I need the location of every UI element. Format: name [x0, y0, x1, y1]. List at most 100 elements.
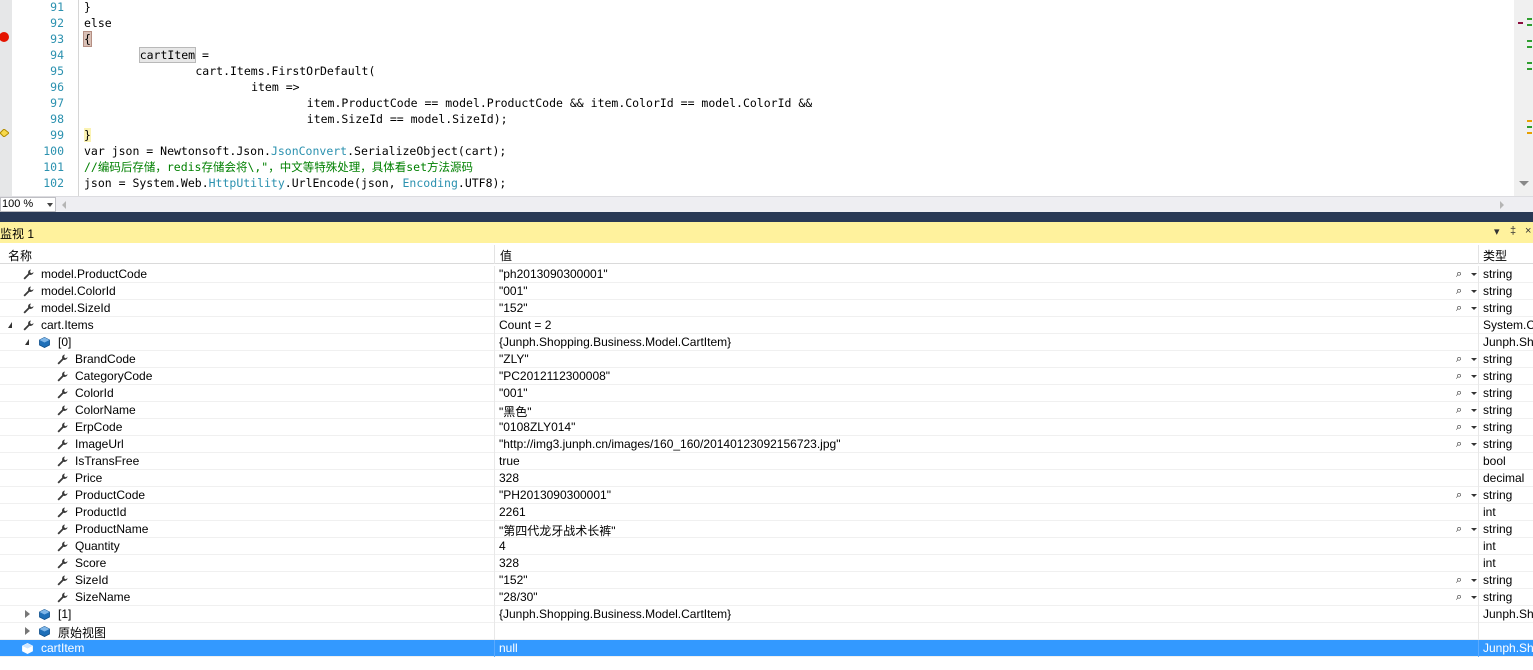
visualizer-dropdown-icon[interactable]: [1471, 409, 1477, 412]
watch-row[interactable]: ProductId 2261 int: [0, 504, 1533, 521]
column-divider[interactable]: [494, 245, 495, 264]
magnifier-icon[interactable]: ⌕: [1456, 573, 1462, 587]
watch-row[interactable]: ColorId "001" ⌕ string: [0, 385, 1533, 402]
watch-row-value[interactable]: true: [499, 454, 520, 468]
visualizer-dropdown-icon[interactable]: [1471, 528, 1477, 531]
code-line[interactable]: json = System.Web.HttpUtility.UrlEncode(…: [84, 175, 506, 191]
visualizer-dropdown-icon[interactable]: [1471, 392, 1477, 395]
watch-row-value[interactable]: "ph2013090300001": [499, 267, 608, 281]
watch-row-value[interactable]: "黑色": [499, 403, 532, 420]
watch-row[interactable]: [1] {Junph.Shopping.Business.Model.CartIt…: [0, 606, 1533, 623]
watch-row-value[interactable]: "001": [499, 284, 528, 298]
window-menu-button[interactable]: ▾: [1494, 225, 1500, 238]
code-line[interactable]: {: [83, 31, 92, 47]
code-line[interactable]: //编码后存储，redis存储会将\,"，中文等特殊处理，具体看set方法源码: [84, 159, 473, 175]
pin-icon[interactable]: ‡: [1510, 225, 1516, 237]
magnifier-icon[interactable]: ⌕: [1456, 267, 1462, 281]
magnifier-icon[interactable]: ⌕: [1456, 386, 1462, 400]
vertical-scrollbar[interactable]: [1514, 0, 1533, 196]
code-editor[interactable]: 91 92 93 94 95 96 97 98 99 100 101 102 } else{ cartI…: [0, 0, 1533, 196]
watch-row[interactable]: IsTransFree true bool: [0, 453, 1533, 470]
watch-row-value[interactable]: "001": [499, 386, 528, 400]
watch-row[interactable]: SizeId "152" ⌕ string: [0, 572, 1533, 589]
magnifier-icon[interactable]: ⌕: [1456, 522, 1462, 536]
watch-row[interactable]: ImageUrl "http://img3.junph.cn/images/160…: [0, 436, 1533, 453]
column-header-type[interactable]: 类型: [1483, 247, 1507, 264]
magnifier-icon[interactable]: ⌕: [1456, 403, 1462, 417]
watch-row[interactable]: Price 328 decimal: [0, 470, 1533, 487]
watch-row-value[interactable]: "http://img3.junph.cn/images/160_160/201…: [499, 437, 840, 451]
chevron-down-icon[interactable]: [47, 203, 53, 207]
code-line[interactable]: }: [84, 127, 91, 143]
watch-row[interactable]: ProductCode "PH2013090300001" ⌕ string: [0, 487, 1533, 504]
close-icon[interactable]: ×: [1525, 225, 1531, 237]
watch-row[interactable]: ColorName "黑色" ⌕ string: [0, 402, 1533, 419]
visualizer-dropdown-icon[interactable]: [1471, 579, 1477, 582]
watch-row[interactable]: cart.Items Count = 2 System.C: [0, 317, 1533, 334]
watch-row[interactable]: SizeName "28/30" ⌕ string: [0, 589, 1533, 606]
visualizer-dropdown-icon[interactable]: [1471, 494, 1477, 497]
magnifier-icon[interactable]: ⌕: [1456, 420, 1462, 434]
scroll-right-arrow-icon[interactable]: [1500, 201, 1504, 209]
watch-row[interactable]: 原始视图: [0, 623, 1533, 640]
expand-triangle-icon[interactable]: [25, 610, 30, 618]
code-line[interactable]: item.SizeId == model.SizeId);: [196, 111, 508, 127]
watch-row[interactable]: model.SizeId "152" ⌕ string: [0, 300, 1533, 317]
watch-row-value[interactable]: "PC2012112300008": [499, 369, 610, 383]
code-line[interactable]: item.ProductCode == model.ProductCode &&…: [196, 95, 812, 111]
visualizer-dropdown-icon[interactable]: [1471, 273, 1477, 276]
visualizer-dropdown-icon[interactable]: [1471, 358, 1477, 361]
collapse-triangle-icon[interactable]: [25, 339, 29, 345]
watch-row[interactable]: CategoryCode "PC2012112300008" ⌕ string: [0, 368, 1533, 385]
watch-row-value[interactable]: "PH2013090300001": [499, 488, 611, 502]
watch-row-value[interactable]: "0108ZLY014": [499, 420, 575, 434]
watch-row-value[interactable]: 4: [499, 539, 506, 553]
code-line[interactable]: cartItem =: [112, 47, 209, 63]
watch-row[interactable]: cartItem null Junph.Sh: [0, 640, 1533, 657]
column-header-value[interactable]: 值: [500, 247, 512, 264]
magnifier-icon[interactable]: ⌕: [1456, 437, 1462, 451]
watch-row-value[interactable]: "28/30": [499, 590, 538, 604]
column-divider[interactable]: [1478, 245, 1479, 264]
magnifier-icon[interactable]: ⌕: [1456, 488, 1462, 502]
visualizer-dropdown-icon[interactable]: [1471, 290, 1477, 293]
breakpoint-margin[interactable]: [0, 0, 12, 196]
watch-row-value[interactable]: 328: [499, 556, 519, 570]
watch-row-value[interactable]: "第四代龙牙战术长裤": [499, 522, 616, 539]
watch-row[interactable]: [0] {Junph.Shopping.Business.Model.CartIt…: [0, 334, 1533, 351]
watch-row[interactable]: BrandCode "ZLY" ⌕ string: [0, 351, 1533, 368]
watch-row[interactable]: model.ProductCode "ph2013090300001" ⌕ strin…: [0, 266, 1533, 283]
visualizer-dropdown-icon[interactable]: [1471, 443, 1477, 446]
watch-row-value[interactable]: null: [499, 641, 518, 655]
watch-row[interactable]: Score 328 int: [0, 555, 1533, 572]
scroll-down-arrow-icon[interactable]: [1519, 181, 1529, 186]
code-line[interactable]: }: [84, 0, 91, 15]
magnifier-icon[interactable]: ⌕: [1456, 352, 1462, 366]
scroll-left-arrow-icon[interactable]: [62, 201, 66, 209]
visualizer-dropdown-icon[interactable]: [1471, 307, 1477, 310]
magnifier-icon[interactable]: ⌕: [1456, 284, 1462, 298]
collapse-triangle-icon[interactable]: [8, 322, 12, 328]
column-header-name[interactable]: 名称: [8, 247, 32, 264]
code-line[interactable]: else: [84, 15, 112, 31]
expand-triangle-icon[interactable]: [25, 627, 30, 635]
magnifier-icon[interactable]: ⌕: [1456, 369, 1462, 383]
visualizer-dropdown-icon[interactable]: [1471, 426, 1477, 429]
visualizer-dropdown-icon[interactable]: [1471, 375, 1477, 378]
magnifier-icon[interactable]: ⌕: [1456, 301, 1462, 315]
pane-splitter[interactable]: [0, 212, 1533, 222]
watch-row[interactable]: Quantity 4 int: [0, 538, 1533, 555]
magnifier-icon[interactable]: ⌕: [1456, 590, 1462, 604]
watch-row-value[interactable]: Count = 2: [499, 318, 551, 332]
visualizer-dropdown-icon[interactable]: [1471, 596, 1477, 599]
watch-row[interactable]: model.ColorId "001" ⌕ string: [0, 283, 1533, 300]
code-line[interactable]: var json = Newtonsoft.Json.JsonConvert.S…: [84, 143, 506, 159]
breakpoint-icon[interactable]: [0, 32, 9, 42]
zoom-select[interactable]: 100 %: [0, 197, 56, 212]
watch-row[interactable]: ErpCode "0108ZLY014" ⌕ string: [0, 419, 1533, 436]
watch-row-value[interactable]: 2261: [499, 505, 526, 519]
watch-row-value[interactable]: "152": [499, 573, 528, 587]
watch-row[interactable]: ProductName "第四代龙牙战术长裤" ⌕ string: [0, 521, 1533, 538]
code-line[interactable]: item =>: [168, 79, 299, 95]
watch-row-value[interactable]: "ZLY": [499, 352, 529, 366]
